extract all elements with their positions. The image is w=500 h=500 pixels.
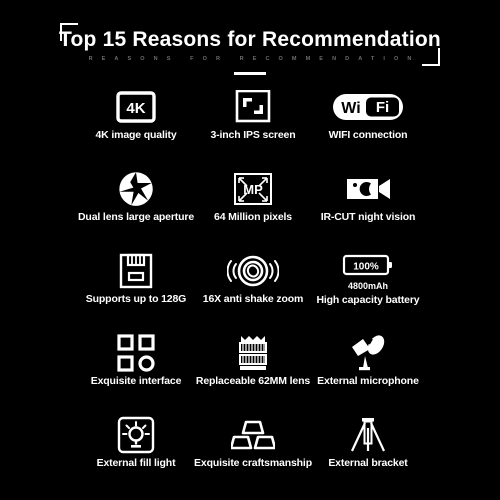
battery-icon: 100% <box>342 248 394 281</box>
feature-item: MP 64 Million pixels <box>194 166 312 248</box>
feature-label: 4K image quality <box>95 129 177 141</box>
svg-text:Wi: Wi <box>341 100 360 117</box>
feature-item: Replaceable 62MM lens <box>194 330 312 412</box>
feature-item: External fill light <box>78 412 194 494</box>
blocks-stack-icon <box>230 412 275 458</box>
page-subtitle: REASONS FOR RECOMMENDATION <box>88 56 421 62</box>
4k-badge-icon: 4K <box>116 84 156 130</box>
feature-item: 100% 4800mAh High capacity battery <box>312 248 424 330</box>
feature-label: 64 Million pixels <box>214 211 292 223</box>
page-title: Top 15 Reasons for Recommendation <box>59 28 441 51</box>
aperture-icon <box>118 166 154 212</box>
megapixel-icon: MP <box>230 166 276 212</box>
feature-item: Dual lens large aperture <box>78 166 194 248</box>
feature-grid: 4K 4K image quality 3-inch IPS screen Wi… <box>78 84 424 494</box>
poster-root: Top 15 Reasons for Recommendation REASON… <box>0 0 500 500</box>
wifi-logo-icon: Wi Fi <box>332 84 404 130</box>
feature-label: Exquisite interface <box>90 375 182 387</box>
feature-item: IR-CUT night vision <box>312 166 424 248</box>
microphone-icon <box>348 330 388 376</box>
feature-label: Dual lens large aperture <box>78 211 195 223</box>
feature-label: External fill light <box>96 457 176 469</box>
feature-item: External bracket <box>312 412 424 494</box>
feature-item: External microphone <box>312 330 424 412</box>
feature-label: WIFI connection <box>328 129 408 141</box>
feature-label: IR-CUT night vision <box>320 211 416 223</box>
feature-item: 16X anti shake zoom <box>194 248 312 330</box>
feature-item: Supports up to 128G <box>78 248 194 330</box>
feature-label: High capacity battery <box>316 294 420 306</box>
screen-corners-icon <box>235 84 271 130</box>
battery-capacity-label: 4800mAh <box>347 281 388 291</box>
feature-item: Exquisite interface <box>78 330 194 412</box>
feature-label: External microphone <box>317 375 419 387</box>
title-divider <box>234 72 266 75</box>
feature-item: 3-inch IPS screen <box>194 84 312 166</box>
feature-item: Wi Fi WIFI connection <box>312 84 424 166</box>
tripod-icon <box>348 412 388 458</box>
sd-card-icon <box>119 248 153 294</box>
feature-item: Exquisite craftsmanship <box>194 412 312 494</box>
interface-grid-icon <box>117 330 155 376</box>
anti-shake-lens-icon <box>226 248 279 294</box>
feature-label: Exquisite craftsmanship <box>194 457 312 469</box>
feature-label: 3-inch IPS screen <box>210 129 296 141</box>
header: Top 15 Reasons for Recommendation REASON… <box>0 0 500 78</box>
feature-label: 16X anti shake zoom <box>202 293 304 305</box>
night-vision-camera-icon <box>344 166 392 212</box>
svg-text:Fi: Fi <box>376 99 389 116</box>
feature-label: Supports up to 128G <box>85 293 187 305</box>
feature-label: External bracket <box>328 457 408 469</box>
feature-label: Replaceable 62MM lens <box>195 375 311 387</box>
svg-text:100%: 100% <box>353 261 379 272</box>
feature-item: 4K 4K image quality <box>78 84 194 166</box>
lens-barrel-icon <box>235 330 271 376</box>
fill-light-icon <box>117 412 155 458</box>
svg-text:4K: 4K <box>126 100 145 117</box>
